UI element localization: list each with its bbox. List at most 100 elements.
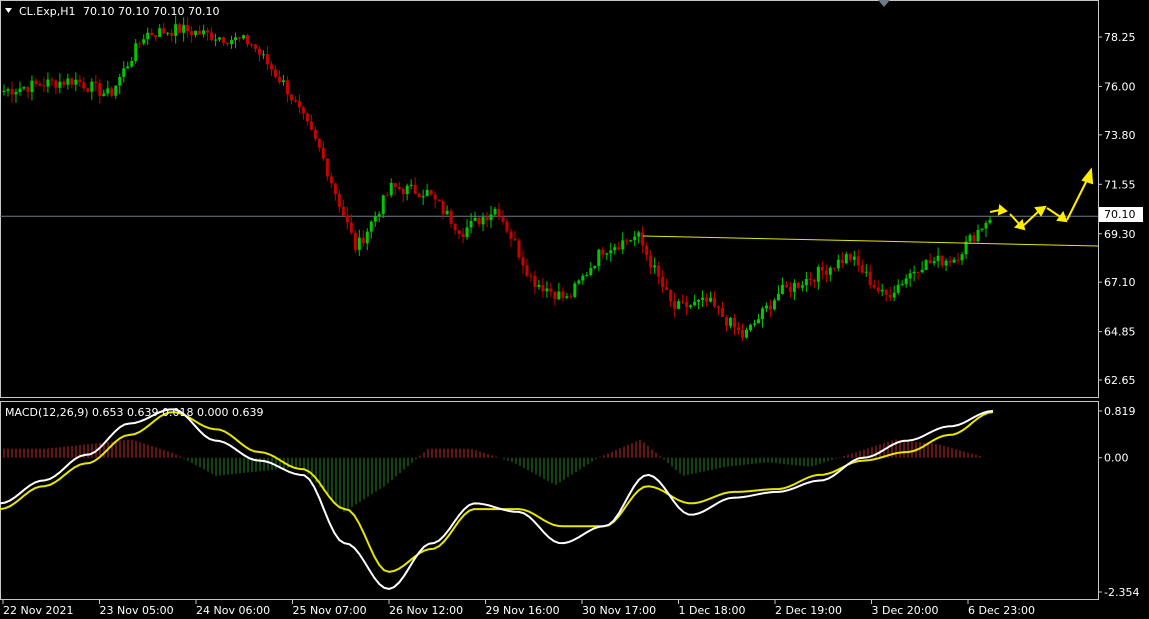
- candle-body: [517, 240, 521, 258]
- candle-body: [812, 279, 816, 282]
- candle-body: [98, 83, 102, 96]
- candle-body: [405, 185, 409, 195]
- candle-body: [888, 294, 892, 298]
- price-tick-label: 64.85: [1104, 326, 1136, 339]
- candle-body: [689, 305, 693, 308]
- candle-body: [649, 255, 653, 268]
- candle-body: [856, 256, 860, 266]
- candle-body: [226, 42, 230, 45]
- candle-body: [66, 78, 70, 85]
- candle-body: [541, 284, 545, 292]
- candle-body: [748, 324, 752, 331]
- candle-body: [22, 87, 26, 89]
- candle-body: [972, 235, 976, 242]
- macd-tick-label: -2.354: [1104, 586, 1139, 599]
- time-label: 3 Dec 20:00: [872, 604, 939, 617]
- ohlc-label: 70.10 70.10 70.10 70.10: [83, 5, 219, 18]
- candle-body: [984, 222, 988, 229]
- candle-body: [952, 259, 956, 263]
- candle-body: [569, 296, 573, 298]
- candle-body: [445, 210, 449, 215]
- candle-body: [848, 254, 852, 260]
- candle-body: [872, 285, 876, 288]
- candle-body: [980, 228, 984, 230]
- candle-body: [234, 37, 238, 41]
- candle-body: [780, 284, 784, 294]
- candle-body: [924, 260, 928, 270]
- candle-body: [297, 101, 301, 108]
- candle-body: [2, 90, 6, 92]
- candle-body: [968, 235, 972, 242]
- candle-body: [752, 323, 756, 325]
- candle-body: [816, 267, 820, 282]
- candle-body: [804, 278, 808, 286]
- time-label: 23 Nov 05:00: [100, 604, 174, 617]
- candle-body: [912, 271, 916, 274]
- candle-body: [585, 274, 589, 276]
- candle-body: [776, 293, 780, 301]
- candle-body: [557, 291, 561, 300]
- candle-body: [174, 24, 178, 36]
- candle-body: [697, 299, 701, 302]
- candle-body: [329, 176, 333, 184]
- candle-body: [166, 32, 170, 34]
- candle-body: [601, 249, 605, 255]
- candle-body: [333, 183, 337, 194]
- candle-body: [681, 301, 685, 303]
- candle-body: [289, 94, 293, 101]
- candle-body: [988, 219, 992, 223]
- candle-body: [277, 76, 281, 83]
- candle-body: [182, 24, 186, 33]
- candle-body: [457, 230, 461, 235]
- candle-body: [122, 68, 126, 77]
- candle-body: [864, 271, 868, 273]
- candle-body: [190, 31, 194, 35]
- candle-body: [349, 222, 353, 233]
- candle-body: [30, 80, 34, 92]
- candle-body: [772, 300, 776, 310]
- candle-body: [741, 330, 745, 338]
- candle-body: [677, 301, 681, 309]
- candle-body: [449, 210, 453, 224]
- candle-body: [202, 30, 206, 35]
- candle-body: [357, 237, 361, 250]
- candle-body: [178, 24, 182, 33]
- candle-body: [673, 301, 677, 309]
- candle-body: [42, 85, 46, 87]
- candle-body: [385, 195, 389, 197]
- candle-body: [369, 221, 373, 232]
- candle-body: [325, 158, 329, 177]
- candle-body: [932, 261, 936, 264]
- trading-chart[interactable]: 78.25 76.00 73.80 71.55 69.30 67.10 64.85 62.65…: [0, 0, 1149, 619]
- candle-body: [593, 266, 597, 269]
- candle-body: [214, 39, 218, 41]
- candle-body: [361, 237, 365, 244]
- candle-body: [505, 221, 509, 232]
- candle-body: [768, 305, 772, 310]
- candle-body: [401, 188, 405, 195]
- price-tick-label: 73.80: [1104, 129, 1136, 142]
- candle-body: [653, 265, 657, 268]
- candle-body: [537, 284, 541, 287]
- candle-body: [425, 189, 429, 197]
- candle-body: [54, 80, 58, 88]
- candle-body: [473, 217, 477, 221]
- candle-body: [138, 43, 142, 45]
- candle-body: [433, 194, 437, 200]
- candle-body: [134, 43, 138, 61]
- candle-body: [625, 240, 629, 242]
- candle-body: [305, 113, 309, 122]
- candle-body: [146, 32, 150, 40]
- candle-body: [397, 186, 401, 189]
- candle-body: [896, 284, 900, 293]
- candle-body: [669, 289, 673, 302]
- candle-body: [828, 267, 832, 275]
- candle-body: [465, 227, 469, 238]
- candle-body: [118, 76, 122, 86]
- candle-body: [373, 216, 377, 222]
- candle-body: [713, 297, 717, 307]
- candle-body: [737, 327, 741, 331]
- candle-body: [529, 275, 533, 277]
- candle-body: [545, 288, 549, 292]
- candle-body: [617, 247, 621, 250]
